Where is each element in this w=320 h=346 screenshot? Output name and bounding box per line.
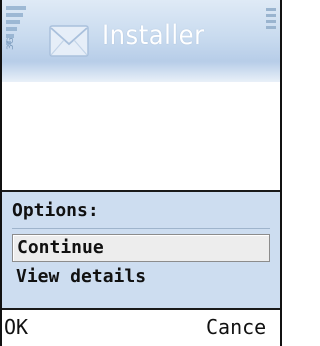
envelope-icon — [49, 25, 89, 57]
signal-label: 3G — [6, 37, 16, 50]
option-continue[interactable]: Continue — [12, 234, 270, 262]
popup-heading: Options: — [12, 200, 99, 221]
phone-screen: 3G Installer Options: Continue View deta… — [2, 0, 280, 346]
cancel-softkey[interactable]: Cance — [206, 315, 266, 339]
softkey-bar: OK Cance — [2, 310, 280, 346]
option-view-details[interactable]: View details — [12, 264, 270, 292]
popup-divider — [12, 228, 270, 229]
ok-softkey[interactable]: OK — [4, 315, 28, 339]
options-popup: Options: Continue View details — [2, 190, 280, 310]
app-title: Installer — [102, 20, 205, 51]
popup-top-border — [2, 190, 280, 192]
content-area — [2, 82, 280, 190]
battery-icon — [264, 6, 278, 36]
screen-border-right — [280, 0, 286, 346]
title-bar: 3G Installer — [2, 0, 280, 82]
